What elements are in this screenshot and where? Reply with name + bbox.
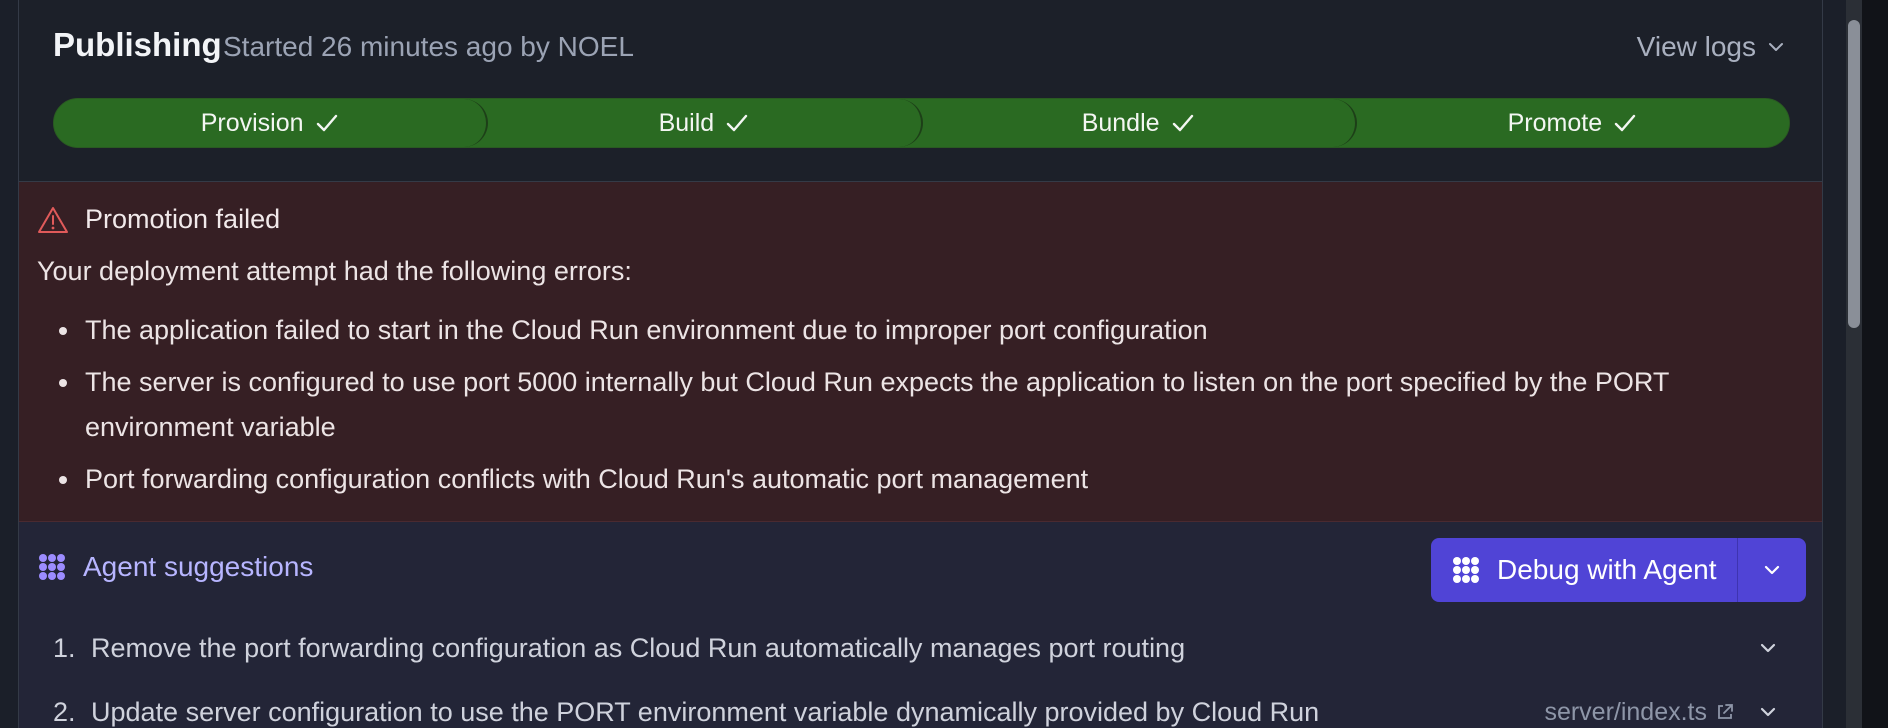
- error-item: The application failed to start in the C…: [37, 308, 1777, 353]
- check-icon: [1172, 114, 1193, 132]
- step-promote: Promote: [1356, 99, 1789, 147]
- debug-with-agent-button-group: Debug with Agent: [1431, 538, 1806, 602]
- suggestion-text: Update server configuration to use the P…: [91, 696, 1320, 727]
- step-bundle: Bundle: [922, 99, 1357, 147]
- error-section: Promotion failed Your deployment attempt…: [19, 182, 1822, 522]
- check-icon: [1614, 114, 1636, 132]
- publishing-panel: Publishing Started 26 minutes ago by NOE…: [18, 0, 1823, 728]
- step-label: Promote: [1507, 108, 1603, 137]
- agent-icon: [1453, 557, 1479, 583]
- error-list: The application failed to start in the C…: [37, 308, 1777, 509]
- agent-suggestions-section: Agent suggestions Debug with Agent 1. Re…: [19, 522, 1822, 728]
- step-provision: Provision: [54, 99, 489, 147]
- error-title: Promotion failed: [85, 204, 281, 234]
- window-edge: [1862, 0, 1888, 728]
- error-heading: Promotion failed: [37, 204, 280, 235]
- suggestion-text: Remove the port forwarding configuration…: [91, 632, 1186, 663]
- suggestion-number: 1.: [53, 632, 76, 663]
- publish-status-text: Started 26 minutes ago by NOEL: [223, 31, 634, 62]
- agent-title: Agent suggestions: [83, 551, 314, 582]
- chevron-down-icon: [1769, 43, 1783, 51]
- agent-heading: Agent suggestions: [35, 550, 313, 584]
- step-label: Build: [658, 108, 715, 137]
- warning-icon: [38, 206, 68, 233]
- check-icon: [726, 114, 748, 132]
- suggestion-item[interactable]: 1. Remove the port forwarding configurat…: [53, 626, 1793, 670]
- error-item: The server is configured to use port 500…: [37, 360, 1777, 450]
- external-link-icon: [1718, 704, 1733, 719]
- vertical-scrollbar[interactable]: [1846, 0, 1862, 728]
- view-logs-button[interactable]: View logs: [1637, 31, 1786, 63]
- check-icon: [316, 114, 337, 132]
- debug-with-agent-button[interactable]: Debug with Agent: [1431, 538, 1738, 602]
- publishing-header: Publishing Started 26 minutes ago by NOE…: [19, 0, 1822, 182]
- agent-icon: [39, 554, 65, 580]
- error-intro: Your deployment attempt had the followin…: [37, 256, 632, 286]
- view-logs-label: View logs: [1636, 31, 1756, 62]
- step-label: Provision: [200, 108, 304, 137]
- error-item: Port forwarding configuration conflicts …: [37, 457, 1777, 502]
- chevron-down-icon[interactable]: [1757, 637, 1779, 659]
- step-label: Bundle: [1081, 108, 1160, 137]
- scrollbar-thumb[interactable]: [1848, 20, 1860, 328]
- debug-label: Debug with Agent: [1497, 554, 1717, 585]
- step-build: Build: [488, 99, 923, 147]
- file-link-label: server/index.ts: [1544, 697, 1707, 726]
- suggestion-item[interactable]: 2. Update server configuration to use th…: [53, 690, 1793, 728]
- chevron-down-icon[interactable]: [1757, 701, 1779, 723]
- debug-options-dropdown[interactable]: [1738, 538, 1806, 602]
- suggestion-number: 2.: [53, 696, 76, 727]
- chevron-down-icon: [1764, 565, 1779, 575]
- file-link[interactable]: server/index.ts: [1544, 698, 1735, 727]
- deployment-stepper: Provision Build Bundle Promote: [53, 98, 1790, 148]
- page-title: Publishing: [53, 26, 222, 63]
